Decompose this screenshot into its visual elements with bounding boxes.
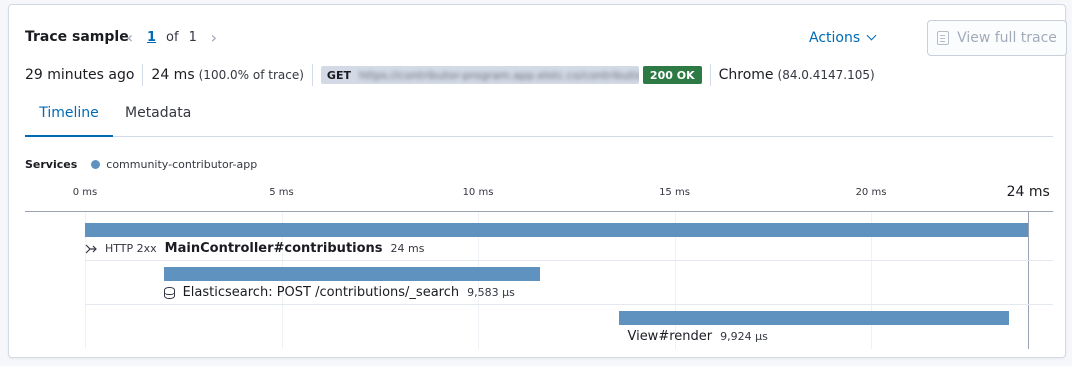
- span-label[interactable]: HTTP 2xx MainController#contributions 24 m…: [85, 241, 425, 256]
- service-name: community-contributor-app: [106, 158, 258, 171]
- span-label[interactable]: Elasticsearch: POST /contributions/_sear…: [163, 285, 515, 300]
- trace-duration-pct: (100.0% of trace): [198, 68, 304, 82]
- chevron-right-icon[interactable]: ›: [205, 28, 223, 47]
- span-duration: 9,924 μs: [720, 330, 768, 343]
- status-badge: 200 OK: [642, 66, 702, 84]
- axis-tick-label: 15 ms: [659, 187, 690, 198]
- chevron-down-icon: [866, 30, 877, 41]
- divider: [311, 64, 313, 86]
- axis-end-label: 24 ms: [1006, 184, 1050, 200]
- pager-current-page[interactable]: 1: [147, 30, 156, 45]
- pager-total: 1: [188, 30, 197, 45]
- timeline-end-line: [1028, 212, 1030, 349]
- trace-pager: ‹ 1 of 1 ›: [121, 28, 223, 47]
- divider: [142, 64, 144, 86]
- actions-label: Actions: [809, 30, 861, 46]
- trace-sample-title: Trace sample: [25, 29, 129, 45]
- trace-sample-header: Trace sample ‹ 1 of 1 › Actions View ful…: [25, 20, 1067, 56]
- request-url-badge: GET https://contributor-program.app.elst…: [320, 66, 639, 84]
- axis-tick-label: 20 ms: [855, 187, 887, 198]
- browser-name: Chrome: [718, 67, 774, 83]
- chevron-left-icon[interactable]: ‹: [121, 28, 139, 47]
- span-name: Elasticsearch: POST /contributions/_sear…: [182, 285, 460, 300]
- timeline-axis: 0 ms 5 ms 10 ms 15 ms 20 ms 24 ms: [9, 183, 1067, 213]
- divider: [709, 64, 711, 86]
- span-name: MainController#contributions: [164, 241, 383, 256]
- actions-button[interactable]: Actions: [809, 30, 877, 46]
- tab-timeline[interactable]: Timeline: [25, 101, 113, 137]
- services-label: Services: [25, 158, 78, 171]
- axis-tick-label: 0 ms: [72, 187, 98, 198]
- trace-sample-panel: Trace sample ‹ 1 of 1 › Actions View ful…: [8, 4, 1067, 358]
- waterfall: HTTP 2xx MainController#contributions 24 m…: [25, 211, 1053, 349]
- span-label[interactable]: View#render 9,924 μs: [627, 329, 767, 344]
- request-url: https://contributor-program.app.elstc.co…: [358, 68, 639, 82]
- row-divider: [85, 304, 1053, 305]
- view-full-trace-label: View full trace: [957, 30, 1057, 46]
- span-bar[interactable]: [85, 223, 1029, 237]
- merge-icon: [85, 243, 97, 255]
- database-icon: [163, 286, 175, 299]
- axis-tick-label: 10 ms: [462, 187, 494, 198]
- span-bar[interactable]: [619, 311, 1010, 325]
- span-http-result: HTTP 2xx: [105, 242, 157, 255]
- service-color-dot: [91, 160, 101, 169]
- span-bar[interactable]: [163, 267, 541, 281]
- trace-tabs: Timeline Metadata: [25, 101, 1053, 137]
- span-name: View#render: [627, 329, 713, 344]
- span-duration: 24 ms: [390, 242, 425, 255]
- browser-version: (84.0.4147.105): [777, 68, 875, 82]
- trace-duration: 24 ms: [151, 67, 195, 83]
- tab-metadata[interactable]: Metadata: [125, 101, 191, 137]
- axis-tick-label: 5 ms: [269, 187, 294, 198]
- services-legend: Services community-contributor-app: [25, 158, 257, 171]
- request-method: GET: [326, 68, 351, 82]
- document-icon: [937, 31, 950, 45]
- view-full-trace-button[interactable]: View full trace: [927, 20, 1067, 56]
- pager-of-label: of: [166, 30, 179, 45]
- row-divider: [85, 260, 1053, 261]
- span-duration: 9,583 μs: [467, 286, 515, 299]
- trace-age: 29 minutes ago: [25, 67, 135, 83]
- trace-summary: 29 minutes ago 24 ms (100.0% of trace) G…: [25, 64, 1065, 86]
- axis-line: [25, 211, 1053, 212]
